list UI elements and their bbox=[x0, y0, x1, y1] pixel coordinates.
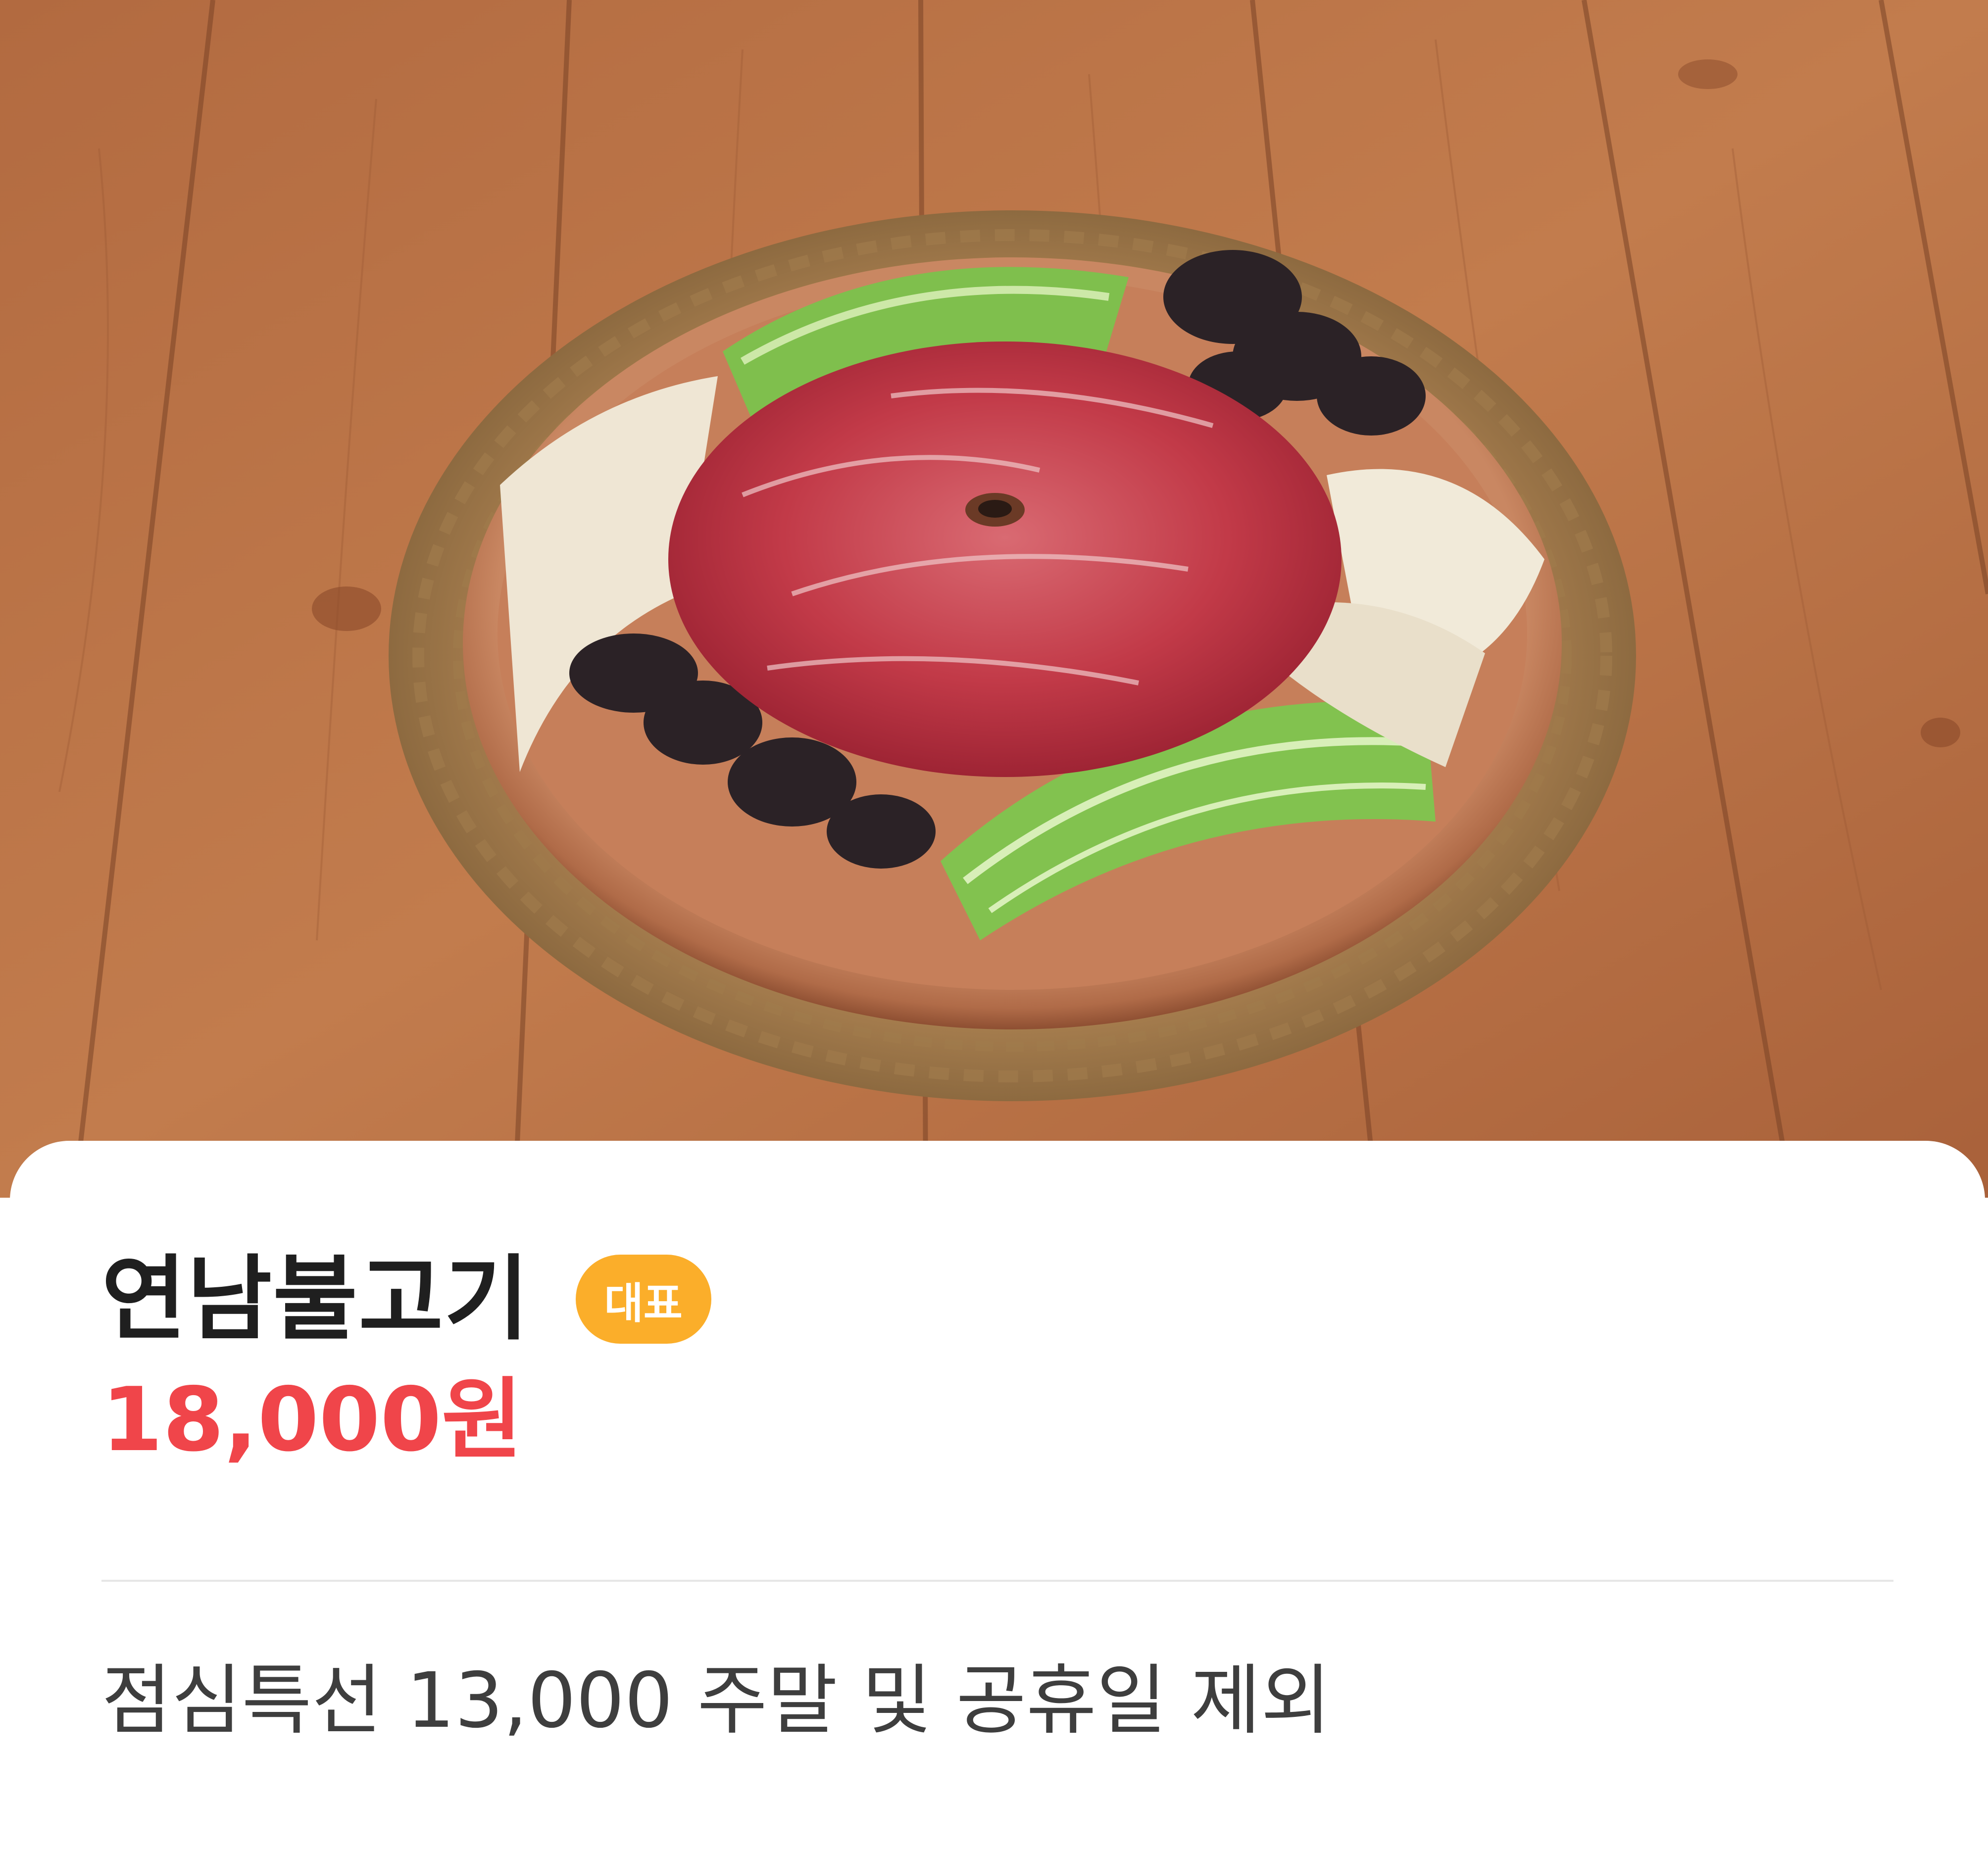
food-photo bbox=[0, 0, 1988, 1198]
bulgogi-dish-illustration bbox=[0, 0, 1988, 1198]
divider bbox=[101, 1580, 1893, 1582]
menu-name: 연남불고기 bbox=[101, 1245, 530, 1353]
menu-info-card: 연남불고기 대표 18,000원 점심특선 13,000 주말 및 공휴일 제외 bbox=[10, 1141, 1985, 1851]
menu-description: 점심특선 13,000 주말 및 공휴일 제외 bbox=[101, 1656, 1331, 1745]
signature-badge: 대표 bbox=[575, 1255, 711, 1344]
menu-price: 18,000원 bbox=[101, 1368, 523, 1471]
title-row: 연남불고기 대표 bbox=[101, 1245, 711, 1354]
menu-detail-page: 연남불고기 대표 18,000원 점심특선 13,000 주말 및 공휴일 제외 bbox=[0, 0, 1988, 1851]
